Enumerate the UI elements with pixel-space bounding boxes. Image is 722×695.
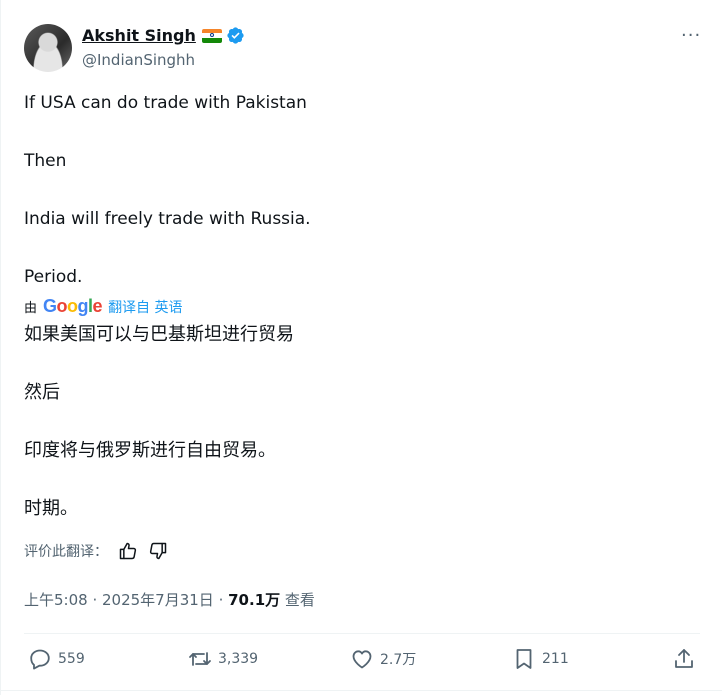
tweet-line: If USA can do trade with Pakistan <box>24 93 307 113</box>
view-count: 70.1万 <box>228 591 281 609</box>
bookmark-button[interactable]: 211 <box>512 647 569 671</box>
retweet-button[interactable]: 3,339 <box>188 647 258 671</box>
tweet-line: Period. <box>24 267 83 287</box>
translation-line: 然后 <box>24 382 60 403</box>
action-bar: 559 3,339 2.7万 211 <box>24 647 702 677</box>
share-icon <box>675 649 693 668</box>
translation-attribution: 由 Google 翻译自 英语 <box>24 296 183 317</box>
author-name[interactable]: Akshit Singh <box>82 26 196 45</box>
like-count: 2.7万 <box>380 652 417 668</box>
retweet-icon <box>189 652 211 666</box>
divider <box>1 690 722 691</box>
translation-line: 印度将与俄罗斯进行自由贸易。 <box>24 440 276 461</box>
bookmark-icon <box>516 649 532 669</box>
like-icon <box>352 650 372 669</box>
tweet-card: Akshit Singh @IndianSinghh ··· If USA ca… <box>0 0 722 695</box>
views-label: 查看 <box>280 591 315 609</box>
share-button[interactable] <box>672 647 696 671</box>
reply-count: 559 <box>58 651 85 667</box>
divider <box>24 633 700 634</box>
like-button[interactable]: 2.7万 <box>350 647 416 671</box>
tweet-line: Then <box>24 151 67 171</box>
tweet-date[interactable]: 2025年7月31日 <box>102 591 214 609</box>
translation-line: 时期。 <box>24 498 78 519</box>
thumbs-up-icon[interactable] <box>118 541 138 561</box>
verified-icon <box>227 27 244 44</box>
india-flag-icon <box>201 28 222 43</box>
rate-translation: 评价此翻译： <box>24 541 168 561</box>
google-logo: Google <box>43 296 103 316</box>
more-icon[interactable]: ··· <box>681 25 701 46</box>
translation-line: 如果美国可以与巴基斯坦进行贸易 <box>24 324 294 345</box>
rate-label: 评价此翻译： <box>24 544 108 560</box>
thumbs-down-icon[interactable] <box>148 541 168 561</box>
avatar[interactable] <box>24 24 72 72</box>
reply-icon <box>30 649 50 670</box>
tweet-line: India will freely trade with Russia. <box>24 209 311 229</box>
meta-separator: · <box>87 591 102 609</box>
by-label: 由 <box>24 301 38 316</box>
translated-from-link[interactable]: 翻译自 英语 <box>108 297 182 317</box>
reply-button[interactable]: 559 <box>28 647 85 671</box>
meta-separator: · <box>213 591 229 609</box>
retweet-count: 3,339 <box>218 651 259 667</box>
author-handle[interactable]: @IndianSinghh <box>82 51 195 69</box>
tweet-time[interactable]: 上午5:08 <box>24 591 88 609</box>
tweet-meta: 上午5:08 · 2025年7月31日 · 70.1万 查看 <box>24 589 315 610</box>
author-name-row: Akshit Singh <box>82 26 245 45</box>
bookmark-count: 211 <box>542 651 569 667</box>
